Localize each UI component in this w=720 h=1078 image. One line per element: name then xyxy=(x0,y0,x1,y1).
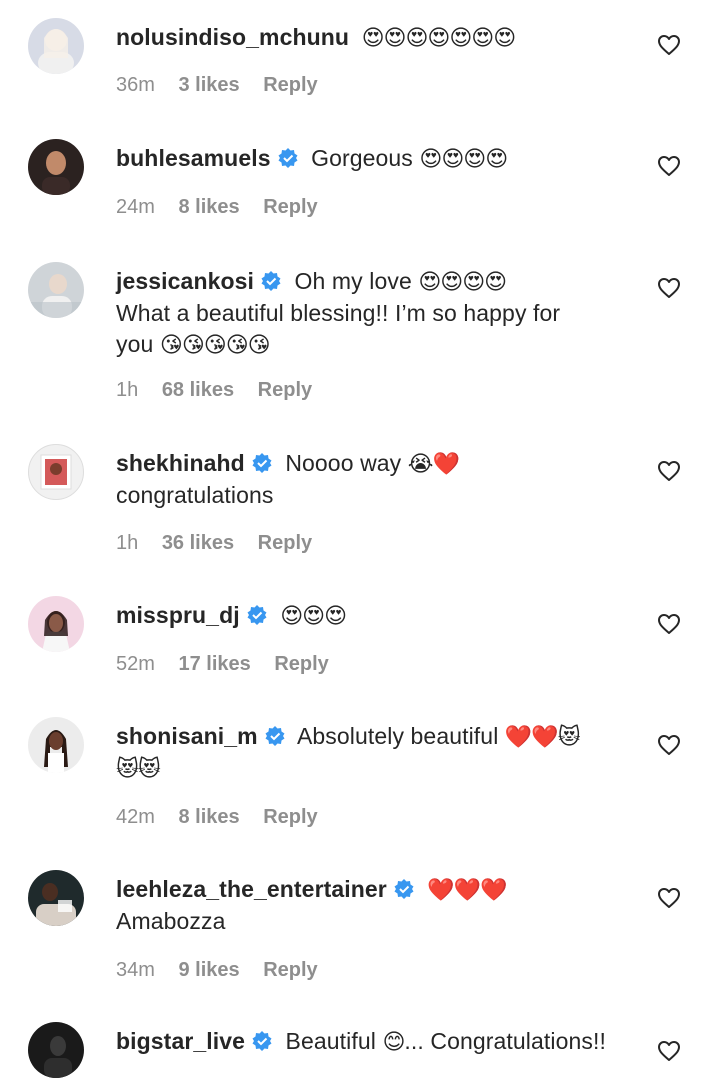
comment-meta: 34m 9 likes Reply xyxy=(116,959,336,982)
heart-icon[interactable] xyxy=(657,277,681,299)
heart-icon[interactable] xyxy=(657,613,681,635)
comment-text: leehleza_the_entertainer ❤️❤️❤️ Amabozza xyxy=(116,874,636,937)
username[interactable]: jessicankosi xyxy=(116,268,254,294)
avatar[interactable] xyxy=(28,870,84,926)
timestamp: 34m xyxy=(116,959,155,981)
username[interactable]: bigstar_live xyxy=(116,1028,245,1054)
comment-body-line3: you xyxy=(116,331,154,357)
comment-emojis: ❤️❤️❤️ xyxy=(427,878,507,903)
verified-badge-icon xyxy=(394,879,414,899)
timestamp: 52m xyxy=(116,653,155,675)
likes-count[interactable]: 36 likes xyxy=(162,532,234,554)
timestamp: 42m xyxy=(116,806,155,828)
username[interactable]: misspru_dj xyxy=(116,602,240,628)
avatar[interactable] xyxy=(28,18,84,74)
username[interactable]: nolusindiso_mchunu xyxy=(116,24,349,50)
comment-text: misspru_dj 😍😍😍 xyxy=(116,600,636,632)
comment-body: Gorgeous xyxy=(311,145,413,171)
comment-meta: 1h 36 likes Reply xyxy=(116,532,330,555)
likes-count[interactable]: 9 likes xyxy=(178,959,239,981)
timestamp: 36m xyxy=(116,74,155,96)
timestamp: 1h xyxy=(116,379,139,401)
comment-text: shekhinahd Noooo way 😭❤️ congratulations xyxy=(116,448,636,511)
comment-emojis: ❤️❤️😻 xyxy=(504,725,581,750)
username[interactable]: buhlesamuels xyxy=(116,145,271,171)
likes-count[interactable]: 8 likes xyxy=(178,196,239,218)
comment-text: nolusindiso_mchunu 😍😍😍😍😍😍😍 xyxy=(116,22,636,54)
reply-button[interactable]: Reply xyxy=(263,196,317,218)
username[interactable]: shekhinahd xyxy=(116,450,245,476)
comment-text: jessicankosi Oh my love 😍😍😍😍 What a beau… xyxy=(116,266,636,361)
comment-emojis: 😭❤️ xyxy=(407,452,460,477)
comment-meta: 42m 8 likes Reply xyxy=(116,806,336,829)
likes-count[interactable]: 8 likes xyxy=(178,806,239,828)
avatar[interactable] xyxy=(28,444,84,500)
comment-emojis: 😍😍😍😍 xyxy=(419,147,508,172)
verified-badge-icon xyxy=(247,605,267,625)
avatar[interactable] xyxy=(28,1022,84,1078)
comment-body: Beautiful xyxy=(285,1028,376,1054)
verified-badge-icon xyxy=(261,271,281,291)
verified-badge-icon xyxy=(278,148,298,168)
likes-count[interactable]: 3 likes xyxy=(178,74,239,96)
avatar[interactable] xyxy=(28,139,84,195)
comment-body-line2: What a beautiful blessing!! I’m so happy… xyxy=(116,300,561,326)
verified-badge-icon xyxy=(265,726,285,746)
heart-icon[interactable] xyxy=(657,460,681,482)
heart-icon[interactable] xyxy=(657,155,681,177)
avatar[interactable] xyxy=(28,717,84,773)
comment-meta: 52m 17 likes Reply xyxy=(116,653,347,676)
comment-emojis: 😍😍😍 xyxy=(280,604,347,629)
comment-body-line2: Amabozza xyxy=(116,908,226,934)
reply-button[interactable]: Reply xyxy=(263,959,317,981)
heart-icon[interactable] xyxy=(657,734,681,756)
verified-badge-icon xyxy=(252,453,272,473)
timestamp: 24m xyxy=(116,196,155,218)
comment-body: Noooo way xyxy=(285,450,402,476)
reply-button[interactable]: Reply xyxy=(258,532,312,554)
comment-body: Oh my love xyxy=(294,268,412,294)
comment-body-line2: congratulations xyxy=(116,482,274,508)
comment-emojis-2: 😻😻 xyxy=(116,757,161,782)
reply-button[interactable]: Reply xyxy=(258,379,312,401)
comment-emojis-2: 😘😘😘😘😘 xyxy=(159,333,271,358)
heart-icon[interactable] xyxy=(657,34,681,56)
heart-icon[interactable] xyxy=(657,887,681,909)
comment-body: Absolutely beautiful xyxy=(296,723,499,749)
comment-emojis: 😍😍😍😍 xyxy=(418,270,507,295)
reply-button[interactable]: Reply xyxy=(263,806,317,828)
comment-emojis: 😊 xyxy=(382,1030,405,1055)
username[interactable]: leehleza_the_entertainer xyxy=(116,876,387,902)
verified-badge-icon xyxy=(252,1031,272,1051)
avatar[interactable] xyxy=(28,262,84,318)
comment-emojis: 😍😍😍😍😍😍😍 xyxy=(361,26,517,51)
timestamp: 1h xyxy=(116,532,139,554)
reply-button[interactable]: Reply xyxy=(263,74,317,96)
comment-text: bigstar_live Beautiful 😊... Congratulati… xyxy=(116,1026,636,1058)
comment-text: buhlesamuels Gorgeous 😍😍😍😍 xyxy=(116,143,636,175)
comment-meta: 36m 3 likes Reply xyxy=(116,74,336,97)
avatar[interactable] xyxy=(28,596,84,652)
likes-count[interactable]: 68 likes xyxy=(162,379,234,401)
comment-meta: 1h 68 likes Reply xyxy=(116,379,330,402)
heart-icon[interactable] xyxy=(657,1040,681,1062)
likes-count[interactable]: 17 likes xyxy=(178,653,250,675)
username[interactable]: shonisani_m xyxy=(116,723,258,749)
comment-text: shonisani_m Absolutely beautiful ❤️❤️😻 😻… xyxy=(116,721,636,785)
reply-button[interactable]: Reply xyxy=(274,653,328,675)
comment-body-tail: ... Congratulations!! xyxy=(404,1028,606,1054)
comment-meta: 24m 8 likes Reply xyxy=(116,196,336,219)
